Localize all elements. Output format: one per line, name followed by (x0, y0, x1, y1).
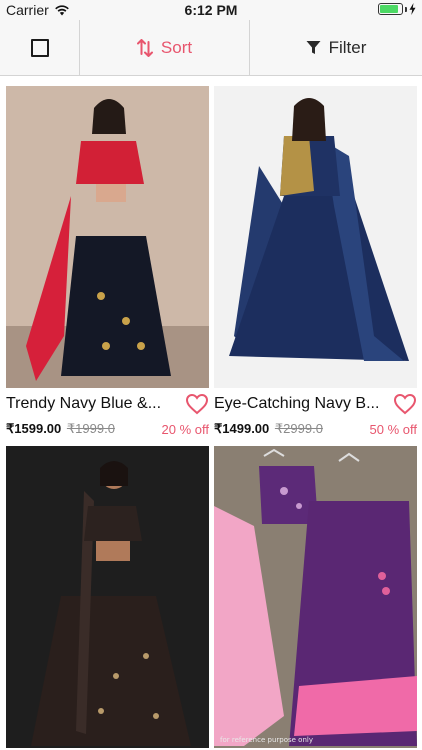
product-card[interactable] (6, 446, 209, 748)
selling-price: ₹1599.00 (6, 421, 62, 436)
product-photo (6, 86, 209, 388)
checkbox-icon[interactable] (30, 38, 49, 57)
product-photo (214, 446, 417, 748)
product-image-lehenga-black-sequin[interactable] (6, 446, 209, 748)
status-bar: Carrier 6:12 PM (0, 0, 422, 20)
product-name[interactable]: Eye-Catching Navy B... (214, 395, 379, 413)
battery-cap (405, 6, 407, 12)
product-name[interactable]: Trendy Navy Blue &... (6, 395, 161, 413)
original-price: ₹2999.0 (274, 421, 323, 436)
sort-arrows-icon (136, 38, 153, 57)
heart-icon[interactable] (393, 393, 417, 415)
image-watermark: for reference purpose only (220, 736, 313, 744)
product-image-lehenga-red-navy[interactable] (6, 86, 209, 388)
discount-badge: 50 % off (369, 421, 417, 437)
filter-label: Filter (328, 37, 367, 57)
toolbar: Sort Filter (0, 20, 422, 76)
product-card[interactable]: Eye-Catching Navy B... ₹1499.00 ₹2999.0 … (214, 86, 417, 438)
sort-button[interactable]: Sort (80, 20, 250, 75)
price-row: ₹1599.00 ₹1999.0 20 % off (6, 420, 209, 438)
product-card[interactable]: for reference purpose only (214, 446, 417, 748)
product-card[interactable]: Trendy Navy Blue &... ₹1599.00 ₹1999.0 2… (6, 86, 209, 438)
selling-price: ₹1499.00 (214, 421, 270, 436)
product-image-lehenga-navy-gold[interactable] (214, 86, 417, 388)
product-info-row: Trendy Navy Blue &... (6, 388, 209, 420)
battery-level (380, 5, 398, 13)
product-image-lehenga-purple-pink[interactable]: for reference purpose only (214, 446, 417, 748)
heart-icon[interactable] (185, 393, 209, 415)
battery-icon (378, 3, 403, 15)
filter-button[interactable]: Filter (250, 20, 422, 75)
discount-badge: 20 % off (161, 421, 209, 437)
funnel-icon (306, 41, 321, 54)
product-photo (214, 86, 417, 388)
product-photo (6, 446, 209, 748)
select-all-button[interactable] (0, 20, 80, 75)
clock: 6:12 PM (184, 2, 238, 18)
sort-label: Sort (160, 37, 193, 57)
original-price: ₹1999.0 (66, 421, 115, 436)
price-row: ₹1499.00 ₹2999.0 50 % off (214, 420, 417, 438)
status-right (378, 3, 416, 15)
charging-bolt-icon (409, 3, 416, 15)
product-info-row: Eye-Catching Navy B... (214, 388, 417, 420)
